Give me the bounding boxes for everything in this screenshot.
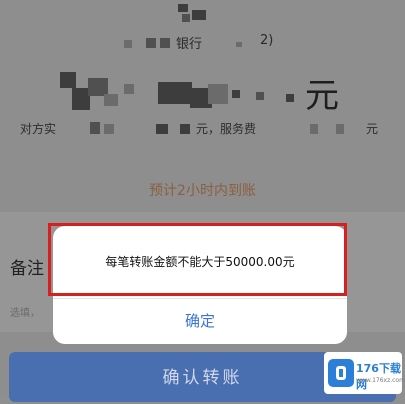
arrival-estimate: 预计2小时内到账: [149, 183, 256, 199]
amount-mosaic: [104, 94, 118, 106]
bank-logo-mosaic: [182, 14, 190, 22]
watermark-brand: 176下载网: [356, 362, 401, 391]
watermark-url: www.176xz.com: [356, 377, 405, 384]
amount-mosaic: [158, 82, 192, 104]
note-label: 备注: [10, 259, 44, 279]
service-fee-unit: 元: [366, 122, 379, 136]
received-mosaic: [156, 124, 168, 134]
received-mosaic: [180, 124, 190, 134]
bank-name-mosaic: [160, 38, 170, 48]
amount-unit: 元: [305, 76, 339, 116]
received-mosaic: [90, 122, 100, 134]
bank-name-text: 银行: [176, 37, 203, 52]
site-watermark: 176下载网 www.176xz.com: [324, 352, 405, 394]
brand-logo-icon: [328, 359, 354, 387]
amount-mosaic: [124, 84, 134, 94]
received-mosaic: [104, 124, 114, 134]
amount-mosaic: [256, 92, 264, 100]
service-fee-label: 元，服务费: [196, 122, 257, 136]
amount-mosaic: [232, 90, 240, 98]
bank-logo-mosaic: [192, 10, 206, 20]
bank-name-mosaic: [146, 38, 156, 48]
bank-name-mosaic: [124, 40, 132, 48]
service-fee-mosaic: [310, 124, 318, 134]
amount-mosaic: [208, 84, 228, 104]
bank-name-mosaic: [236, 42, 242, 47]
bank-suffix-text: 2): [260, 33, 274, 48]
amount-mosaic: [286, 94, 294, 102]
ok-button[interactable]: 确定: [53, 299, 347, 344]
highlight-box: [48, 223, 347, 296]
bank-logo-mosaic: [178, 4, 188, 12]
note-input[interactable]: 选填，: [10, 304, 40, 319]
amount-mosaic: [60, 72, 76, 88]
service-fee-mosaic: [336, 124, 344, 134]
received-prefix: 对方实: [20, 122, 57, 136]
